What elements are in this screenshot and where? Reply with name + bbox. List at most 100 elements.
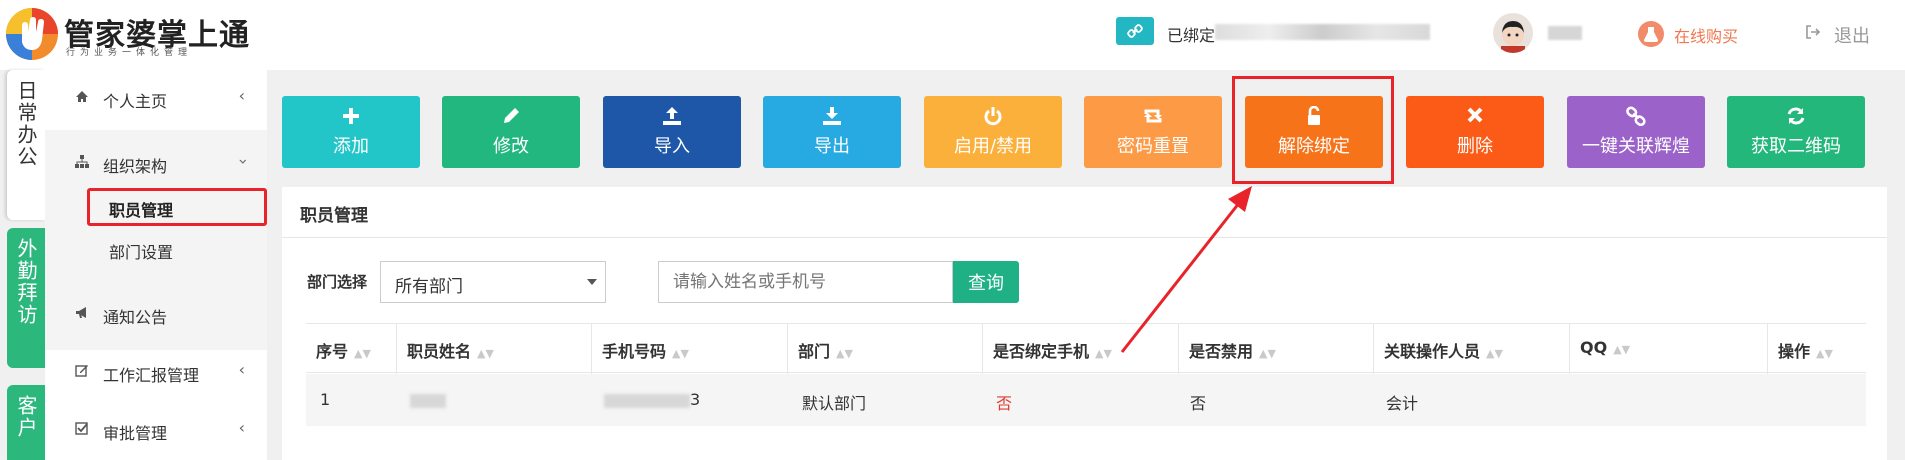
sidebar: 个人主页 ‹ 组织架构 ‹ 职员管理 部门设置 通知公告 工作汇报管理 ‹ 审批… (45, 70, 267, 460)
column-header-label: 是否禁用 (1189, 342, 1254, 361)
column-header-label: 操作 (1778, 342, 1811, 361)
column-header[interactable]: 是否禁用 ▲▼ (1178, 324, 1373, 374)
chevron-left-icon: ‹ (238, 360, 245, 379)
toolbar-button-label: 添加 (333, 136, 369, 157)
toolbar-button-label: 导入 (654, 136, 690, 157)
sidebar-item-label: 审批管理 (103, 424, 168, 443)
cell-index: 1 (320, 390, 331, 409)
power-icon (983, 106, 1003, 132)
brand-logo-icon (6, 8, 58, 60)
module-tab-field-visit[interactable]: 外勤拜访 (7, 228, 45, 368)
search-input[interactable] (658, 261, 953, 303)
module-tab-label: 客户 (14, 395, 38, 439)
column-header[interactable]: 关联操作人员 ▲▼ (1373, 324, 1569, 374)
module-tab-label: 日常办公 (14, 80, 38, 168)
column-header[interactable]: QQ ▲▼ (1569, 324, 1767, 374)
module-tab-daily-office[interactable]: 日常办公 (7, 70, 45, 220)
toolbar-button[interactable]: 一键关联辉煌 (1567, 96, 1705, 168)
logout-icon[interactable] (1805, 24, 1821, 44)
sort-icon: ▲▼ (354, 347, 371, 360)
column-header-label: 序号 (316, 342, 349, 361)
panel-title: 职员管理 (300, 206, 368, 226)
column-header-label: 关联操作人员 (1384, 342, 1481, 361)
sort-icon: ▲▼ (1259, 347, 1276, 360)
table-row[interactable]: 1 3 默认部门 否 否 会计 (306, 374, 1866, 426)
cell-phone-tail: 3 (690, 390, 701, 409)
column-header-label: 手机号码 (602, 342, 667, 361)
toolbar-button-label: 删除 (1457, 136, 1493, 157)
table-header: 序号 ▲▼ 职员姓名 ▲▼ 手机号码 ▲▼ 部门 ▲▼ 是否绑定手机 ▲▼ 是否禁用 ▲▼ … (306, 323, 1866, 374)
cell-dept: 默认部门 (802, 394, 867, 413)
bound-account-redacted (1215, 24, 1430, 40)
column-header-label: 是否绑定手机 (993, 342, 1090, 361)
toolbar-button[interactable]: 启用/禁用 (924, 96, 1062, 168)
sort-icon: ▲▼ (1486, 347, 1503, 360)
logout-link[interactable]: 退出 (1834, 22, 1870, 48)
sidebar-item-home[interactable]: 个人主页 ‹ (45, 76, 267, 122)
divider (282, 237, 1887, 238)
chevron-left-icon: ‹ (238, 418, 245, 437)
close-icon (1466, 106, 1484, 132)
edit-icon (75, 364, 89, 381)
toolbar-button[interactable]: 导入 (603, 96, 741, 168)
toolbar-button[interactable]: 密码重置 (1084, 96, 1222, 168)
sort-icon: ▲▼ (836, 347, 853, 360)
chevron-left-icon: ‹ (238, 86, 245, 105)
caret-down-icon (587, 279, 597, 285)
module-tab-customer[interactable]: 客户 (7, 385, 45, 460)
sidebar-item-approval[interactable]: 审批管理 ‹ (45, 408, 267, 454)
phone-redacted (604, 394, 690, 408)
column-header[interactable]: 手机号码 ▲▼ (591, 324, 787, 374)
dept-select-value: 所有部门 (395, 277, 463, 297)
dept-select[interactable]: 所有部门 (380, 261, 606, 303)
brand-subtitle: 行为业务一体化管理 (66, 48, 193, 58)
download-icon (821, 106, 843, 132)
search-button[interactable]: 查询 (953, 261, 1019, 303)
plus-icon (341, 106, 361, 132)
chevron-down-icon: ‹ (232, 158, 252, 165)
staff-name-redacted (410, 394, 446, 408)
toolbar-button[interactable]: 导出 (763, 96, 901, 168)
column-header[interactable]: 职员姓名 ▲▼ (396, 324, 591, 374)
cell-disabled: 否 (1190, 394, 1207, 413)
link-icon (1625, 106, 1647, 132)
sidebar-item-label: 通知公告 (103, 308, 168, 327)
module-tab-label: 外勤拜访 (14, 238, 38, 326)
column-header-label: 部门 (798, 342, 831, 361)
toolbar-button-label: 修改 (493, 136, 529, 157)
sort-icon: ▲▼ (477, 347, 494, 360)
sidebar-item-notice[interactable]: 通知公告 (45, 292, 267, 338)
sidebar-item-label: 工作汇报管理 (103, 366, 200, 385)
retweet-icon (1142, 106, 1164, 132)
sort-icon: ▲▼ (1095, 347, 1112, 360)
annotation-highlight-box (1232, 76, 1394, 184)
toolbar-button-label: 启用/禁用 (953, 136, 1033, 157)
link-icon[interactable] (1116, 17, 1154, 45)
refresh-icon (1786, 106, 1806, 132)
toolbar-button[interactable]: 删除 (1406, 96, 1544, 168)
toolbar-button[interactable]: 添加 (282, 96, 420, 168)
buy-online-link[interactable]: 在线购买 (1674, 23, 1738, 47)
cell-operator: 会计 (1386, 394, 1419, 413)
column-header-label: QQ (1580, 338, 1608, 357)
sidebar-item-label: 组织架构 (103, 157, 168, 176)
sidebar-item-report[interactable]: 工作汇报管理 ‹ (45, 350, 267, 396)
sidebar-subitem-dept[interactable]: 部门设置 (109, 239, 173, 263)
toolbar-button-label: 一键关联辉煌 (1582, 136, 1690, 157)
sidebar-item-label: 个人主页 (103, 92, 168, 111)
flask-icon[interactable] (1638, 21, 1664, 47)
toolbar-button-label: 导出 (814, 136, 850, 157)
toolbar-button[interactable]: 修改 (442, 96, 580, 168)
sitemap-icon (75, 155, 89, 172)
column-header[interactable]: 是否绑定手机 ▲▼ (982, 324, 1178, 374)
dept-filter-label: 部门选择 (307, 273, 368, 291)
column-header[interactable]: 部门 ▲▼ (787, 324, 982, 374)
user-avatar[interactable] (1493, 13, 1533, 53)
check-square-icon (75, 422, 89, 439)
toolbar-button-label: 获取二维码 (1751, 136, 1841, 157)
toolbar-button[interactable]: 获取二维码 (1727, 96, 1865, 168)
sort-icon: ▲▼ (1816, 347, 1833, 360)
column-header[interactable]: 序号 ▲▼ (306, 324, 396, 374)
home-icon (75, 90, 89, 107)
column-header[interactable]: 操作 ▲▼ (1767, 324, 1866, 374)
